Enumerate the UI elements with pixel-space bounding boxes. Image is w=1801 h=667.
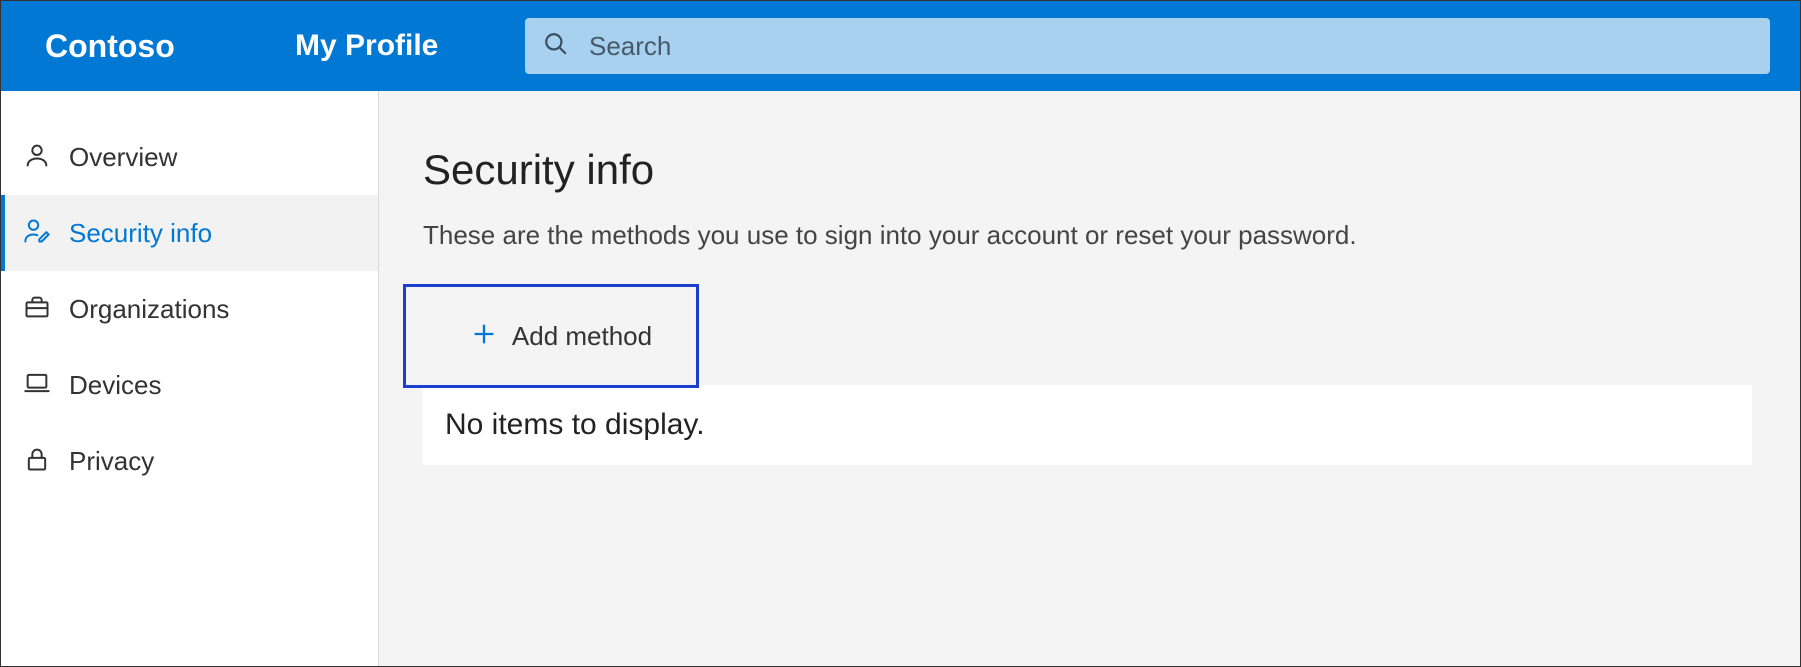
sidebar-item-overview[interactable]: Overview	[1, 119, 378, 195]
sidebar-item-devices[interactable]: Devices	[1, 347, 378, 423]
main-content: Security info These are the methods you …	[379, 91, 1800, 666]
sidebar-item-label: Devices	[69, 370, 161, 401]
add-method-label: Add method	[512, 321, 652, 352]
methods-toolbar: Add method	[423, 287, 1752, 385]
lock-icon	[23, 445, 51, 478]
body: Overview Security info Organizations	[1, 91, 1800, 666]
plus-icon	[470, 320, 498, 353]
methods-list: No items to display.	[423, 385, 1752, 465]
sidebar-item-label: Organizations	[69, 294, 229, 325]
search-input[interactable]	[589, 31, 1752, 62]
sidebar-item-label: Privacy	[69, 446, 154, 477]
sidebar-item-label: Overview	[69, 142, 177, 173]
add-method-button[interactable]: Add method	[403, 284, 699, 388]
brand-name: Contoso	[45, 28, 295, 65]
person-icon	[23, 141, 51, 174]
briefcase-icon	[23, 293, 51, 326]
page-title: Security info	[423, 146, 1752, 194]
search-box[interactable]	[525, 18, 1770, 74]
page-subtitle: These are the methods you use to sign in…	[423, 220, 1752, 251]
search-icon	[543, 31, 569, 62]
sidebar-item-security-info[interactable]: Security info	[1, 195, 378, 271]
sidebar-item-privacy[interactable]: Privacy	[1, 423, 378, 499]
sidebar: Overview Security info Organizations	[1, 91, 379, 666]
person-edit-icon	[23, 217, 51, 250]
header: Contoso My Profile	[1, 1, 1800, 91]
sidebar-item-label: Security info	[69, 218, 212, 249]
header-page-label: My Profile	[295, 29, 525, 63]
sidebar-item-organizations[interactable]: Organizations	[1, 271, 378, 347]
empty-state-text: No items to display.	[445, 408, 705, 442]
laptop-icon	[23, 369, 51, 402]
